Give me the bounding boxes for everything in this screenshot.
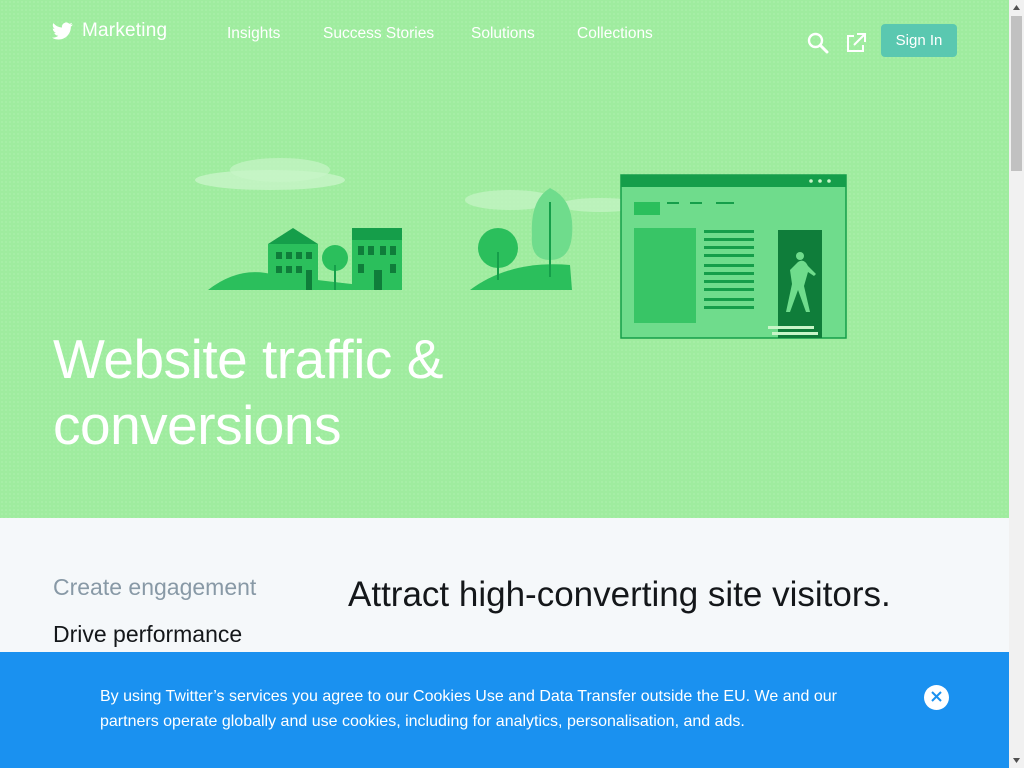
- cookie-banner: By using Twitter’s services you agree to…: [0, 652, 1009, 768]
- top-navigation: Marketing Insights Success Stories Solut…: [0, 0, 1009, 70]
- hero-illustration: [195, 158, 847, 339]
- twitter-bird-icon: [52, 22, 73, 40]
- brand-label: Marketing: [82, 20, 168, 41]
- scroll-up-arrow-icon[interactable]: [1009, 0, 1024, 15]
- nav-link-success-stories[interactable]: Success Stories: [323, 25, 434, 43]
- nav-link-insights[interactable]: Insights: [227, 25, 280, 43]
- nav-link-solutions[interactable]: Solutions: [471, 25, 535, 43]
- scroll-down-arrow-icon[interactable]: [1009, 753, 1024, 768]
- cookie-banner-text: By using Twitter’s services you agree to…: [100, 688, 837, 730]
- external-link-icon[interactable]: [845, 32, 867, 54]
- brand-link[interactable]: Marketing: [52, 20, 167, 42]
- close-icon: [931, 690, 942, 705]
- hero-section: Marketing Insights Success Stories Solut…: [0, 0, 1009, 518]
- scrollbar-thumb[interactable]: [1011, 16, 1022, 171]
- search-icon[interactable]: [807, 32, 829, 54]
- sidenav-item-drive-performance[interactable]: Drive performance: [53, 621, 256, 648]
- vertical-scrollbar[interactable]: [1009, 0, 1024, 768]
- sidenav-item-create-engagement[interactable]: Create engagement: [53, 574, 256, 601]
- sign-in-button[interactable]: Sign In: [881, 24, 957, 57]
- page-title: Website traffic & conversions: [53, 328, 443, 456]
- nav-link-collections[interactable]: Collections: [577, 25, 653, 43]
- close-button[interactable]: [924, 685, 949, 710]
- section-heading: Attract high-converting site visitors.: [348, 575, 891, 614]
